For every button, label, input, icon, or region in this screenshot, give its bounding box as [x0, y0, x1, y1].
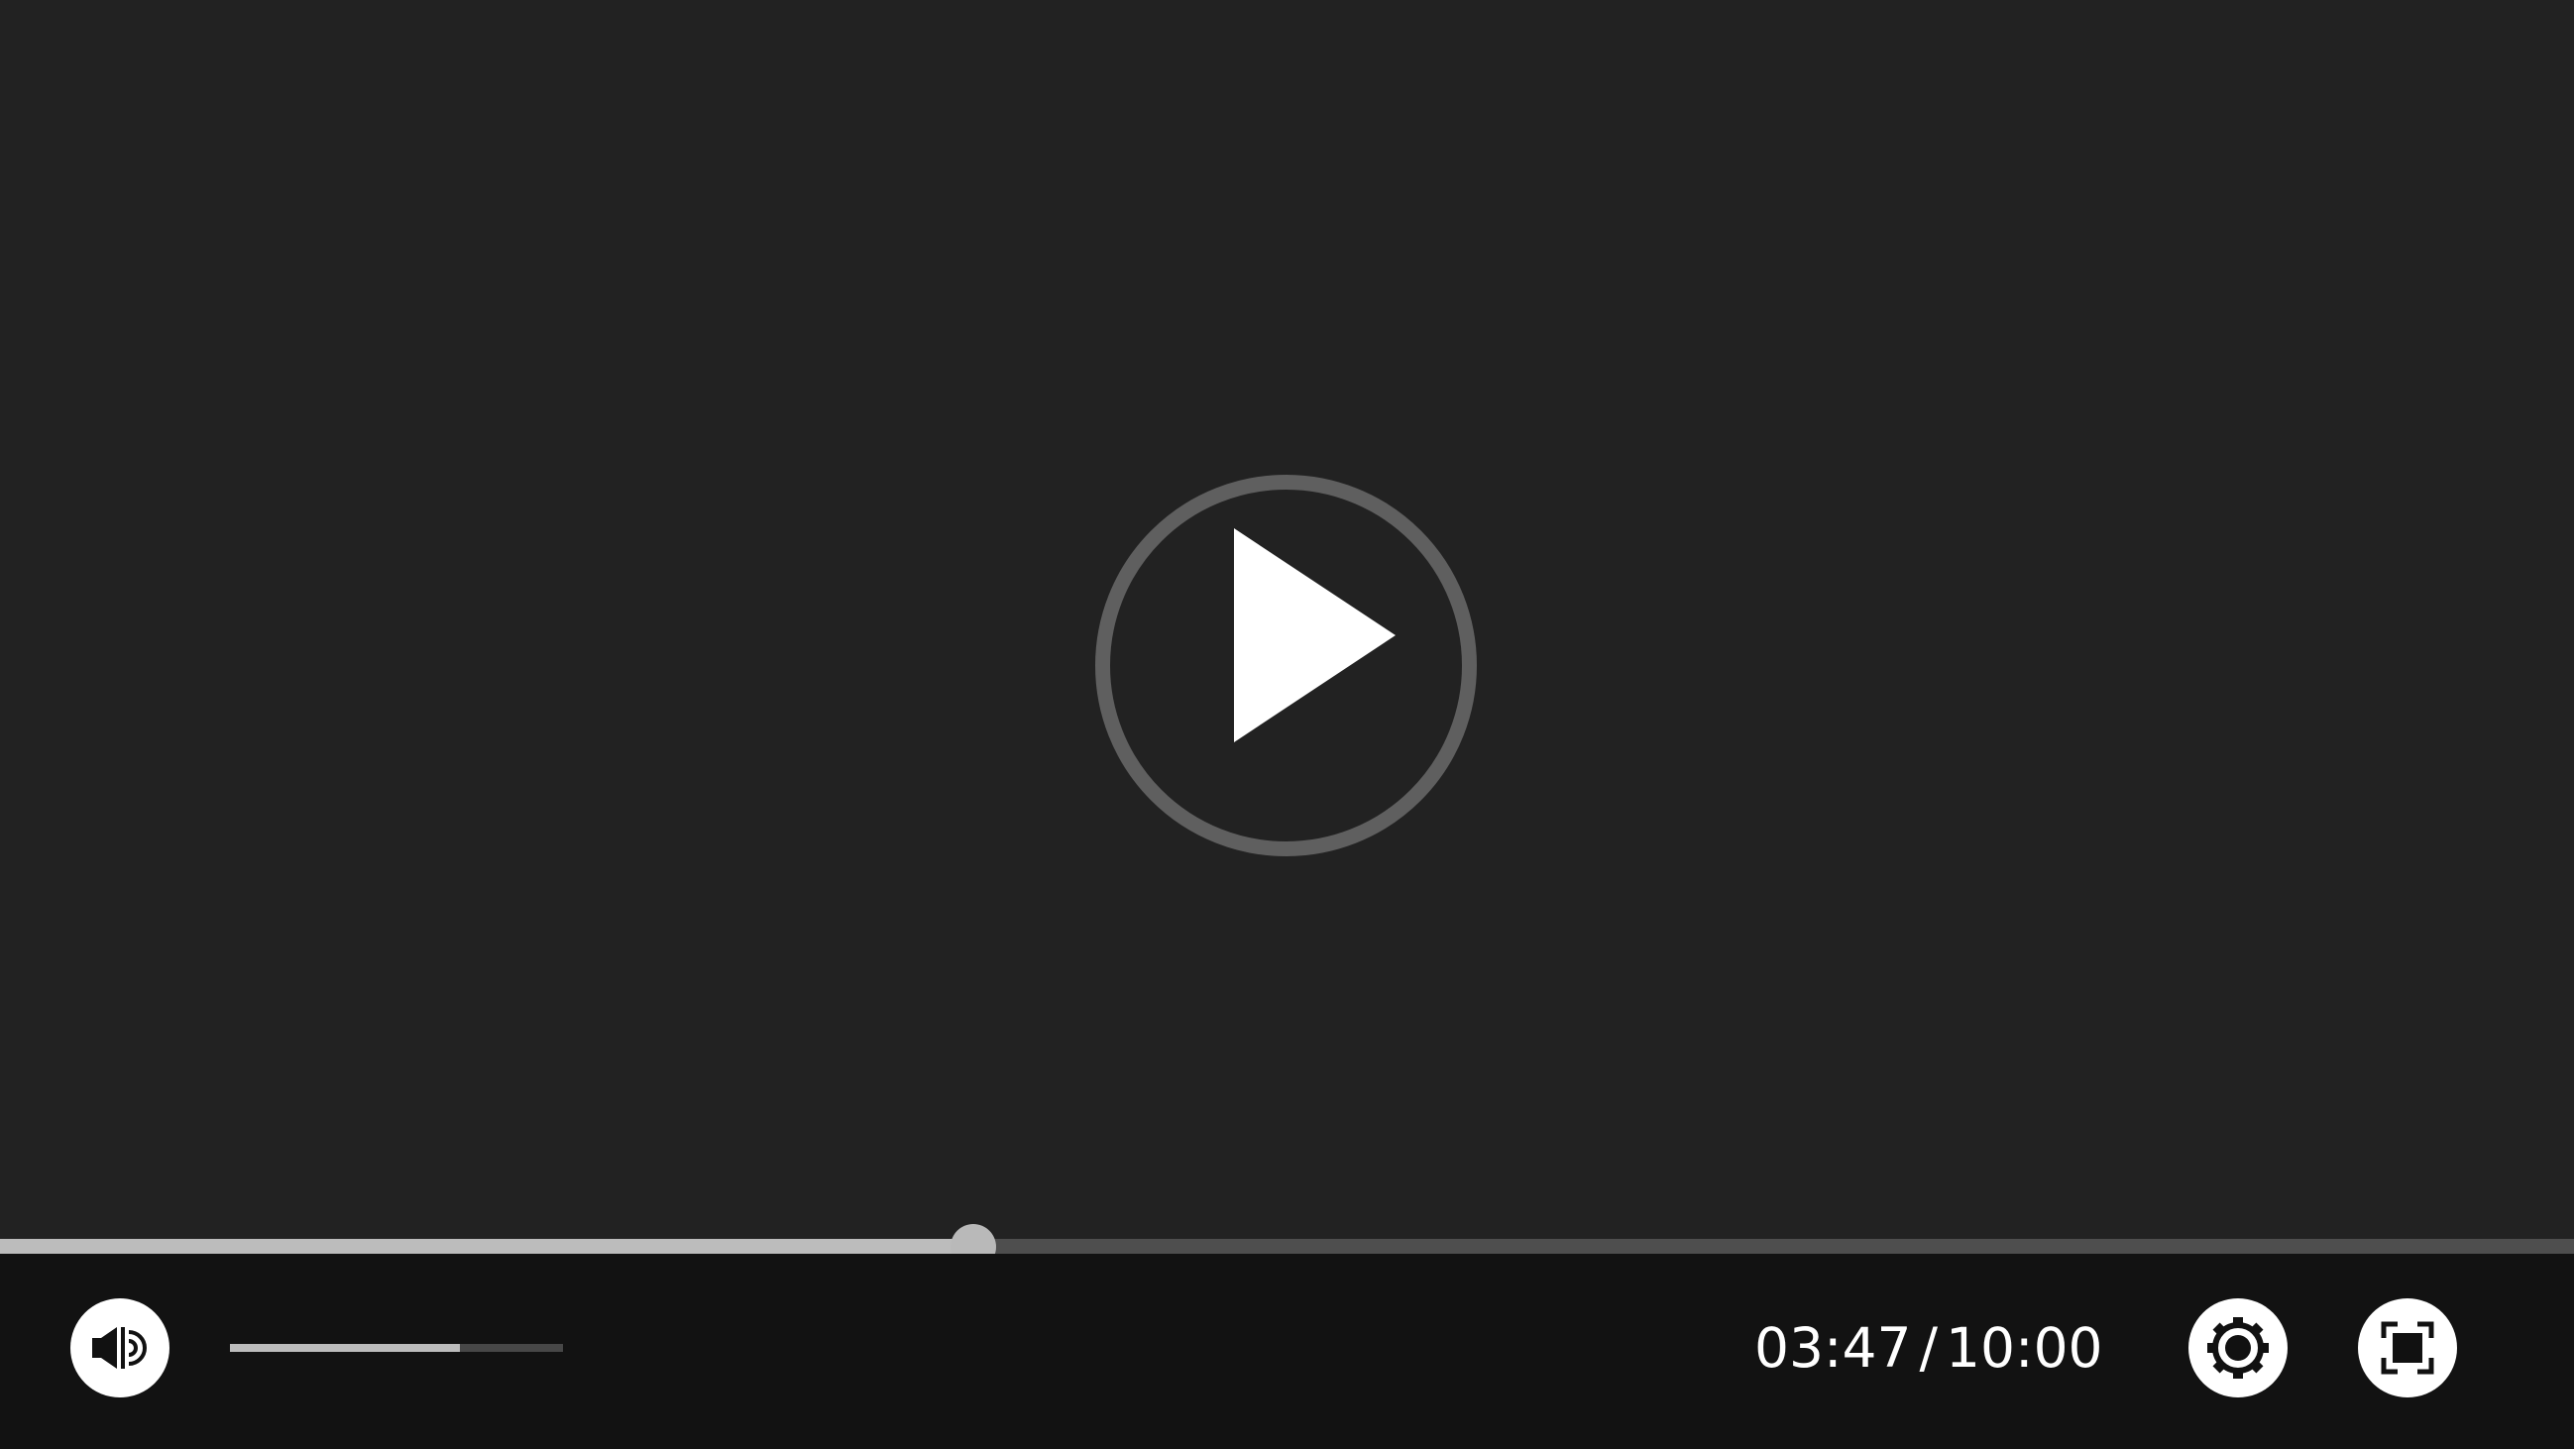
video-player: 03:47/10:00 [0, 0, 2574, 1449]
time-separator: / [1919, 1316, 1939, 1380]
progress-bar[interactable] [0, 1239, 2574, 1254]
current-time: 03:47 [1754, 1316, 1912, 1380]
time-display: 03:47/10:00 [1754, 1313, 2103, 1383]
big-play-button[interactable] [1095, 475, 1477, 856]
fullscreen-icon [2381, 1321, 2434, 1375]
volume-button[interactable] [70, 1298, 169, 1397]
settings-button[interactable] [2188, 1298, 2288, 1397]
gear-icon [2207, 1317, 2269, 1379]
control-bar: 03:47/10:00 [0, 1254, 2574, 1449]
video-viewport[interactable] [0, 0, 2574, 1241]
play-icon [1234, 528, 1396, 742]
total-duration: 10:00 [1946, 1316, 2103, 1380]
volume-speaker-icon [92, 1327, 147, 1369]
progress-played [0, 1239, 973, 1254]
volume-slider[interactable] [230, 1344, 563, 1352]
volume-level [230, 1344, 460, 1352]
fullscreen-button[interactable] [2358, 1298, 2457, 1397]
